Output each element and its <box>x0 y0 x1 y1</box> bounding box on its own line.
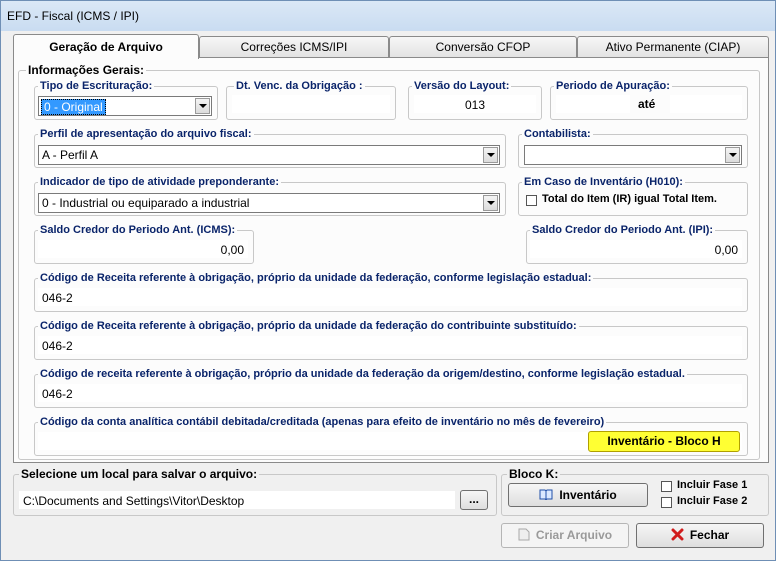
inventario-k-label: Inventário <box>559 488 617 502</box>
chevron-down-icon[interactable] <box>195 98 210 114</box>
tab-panel: Informações Gerais: Tipo de Escrituração… <box>13 57 769 463</box>
fechar-label: Fechar <box>689 528 730 542</box>
total-item-checkbox[interactable] <box>526 195 537 206</box>
window-title: EFD - Fiscal (ICMS / IPI) <box>7 9 139 23</box>
criar-arquivo-button[interactable]: Criar Arquivo <box>501 523 629 548</box>
incluir-fase2-checkbox[interactable] <box>661 497 672 508</box>
tab-conversao-cfop[interactable]: Conversão CFOP <box>389 36 577 57</box>
incluir-fase1-label: Incluir Fase 1 <box>677 479 748 491</box>
conta-analitica-label: Código da conta analítica contábil debit… <box>38 416 607 428</box>
contabilista-select[interactable] <box>524 145 742 165</box>
cod-receita-origem-label: Código de receita referente à obrigação,… <box>38 368 687 380</box>
book-icon <box>539 485 553 501</box>
general-info-legend: Informações Gerais: <box>26 63 147 77</box>
bloco-k-legend: Bloco K: <box>507 467 561 481</box>
saldo-icms-label: Saldo Credor do Periodo Ant. (ICMS): <box>38 224 238 236</box>
tab-strip: Geração de Arquivo Correções ICMS/IPI Co… <box>13 34 769 59</box>
inventario-k-button[interactable]: Inventário <box>508 483 648 507</box>
tab-geracao-arquivo[interactable]: Geração de Arquivo <box>13 34 199 59</box>
periodo-inicio-input[interactable] <box>556 95 630 113</box>
saldo-ipi-input[interactable]: 0,00 <box>530 240 742 258</box>
dt-venc-input[interactable] <box>232 95 390 113</box>
main-window: EFD - Fiscal (ICMS / IPI) Geração de Arq… <box>0 0 776 561</box>
save-path-input[interactable]: C:\Documents and Settings\Vitor\Desktop <box>19 491 455 509</box>
indicador-label: Indicador de tipo de atividade preponder… <box>38 176 281 188</box>
tipo-escrituracao-select[interactable]: 0 - Original <box>38 96 212 116</box>
perfil-value: A - Perfil A <box>42 148 99 162</box>
chevron-down-icon[interactable] <box>483 147 498 163</box>
perfil-label: Perfil de apresentação do arquivo fiscal… <box>38 128 254 140</box>
cod-receita-substituido-label: Código de Receita referente à obrigação,… <box>38 320 579 332</box>
tab-correcoes[interactable]: Correções ICMS/IPI <box>199 36 389 57</box>
inventario-h010-label: Em Caso de Inventário (H010): <box>522 176 685 188</box>
close-icon <box>671 526 684 541</box>
cod-receita-estadual-label: Código de Receita referente à obrigação,… <box>38 272 594 284</box>
indicador-select[interactable]: 0 - Industrial ou equiparado a industria… <box>38 193 500 213</box>
criar-arquivo-label: Criar Arquivo <box>535 528 613 542</box>
periodo-fim-input[interactable] <box>670 95 742 113</box>
incluir-fase1-checkbox[interactable] <box>661 481 672 492</box>
chevron-down-icon[interactable] <box>725 147 740 163</box>
cod-receita-substituido-input[interactable]: 046-2 <box>38 336 742 354</box>
versao-layout-label: Versão do Layout: <box>412 80 512 92</box>
saldo-icms-input[interactable]: 0,00 <box>38 240 248 258</box>
saldo-ipi-label: Saldo Credor do Periodo Ant. (IPI): <box>530 224 716 236</box>
browse-button[interactable]: ... <box>460 490 488 510</box>
periodo-apuracao-label: Periodo de Apuração: <box>554 80 672 92</box>
tipo-escrituracao-value: 0 - Original <box>41 99 106 115</box>
perfil-select[interactable]: A - Perfil A <box>38 145 500 165</box>
incluir-fase2-label: Incluir Fase 2 <box>677 495 748 507</box>
indicador-value: 0 - Industrial ou equiparado a industria… <box>42 196 250 210</box>
cod-receita-origem-input[interactable]: 046-2 <box>38 384 742 402</box>
fechar-button[interactable]: Fechar <box>636 523 764 548</box>
cod-receita-estadual-input[interactable]: 046-2 <box>38 288 742 306</box>
title-bar: EFD - Fiscal (ICMS / IPI) <box>1 1 775 31</box>
dt-venc-label: Dt. Venc. da Obrigação : <box>234 80 365 92</box>
ate-label: até <box>638 97 656 111</box>
inventario-bloco-h-button[interactable]: Inventário - Bloco H <box>588 431 740 452</box>
save-location-legend: Selecione um local para salvar o arquivo… <box>19 467 260 481</box>
tipo-escrituracao-label: Tipo de Escrituração: <box>38 80 155 92</box>
contabilista-label: Contabilista: <box>522 128 593 140</box>
tab-ativo-permanente[interactable]: Ativo Permanente (CIAP) <box>577 36 769 57</box>
chevron-down-icon[interactable] <box>483 195 498 211</box>
total-item-checkbox-label: Total do Item (IR) igual Total Item. <box>542 193 717 205</box>
file-icon <box>518 526 530 541</box>
versao-layout-input[interactable]: 013 <box>414 95 536 113</box>
